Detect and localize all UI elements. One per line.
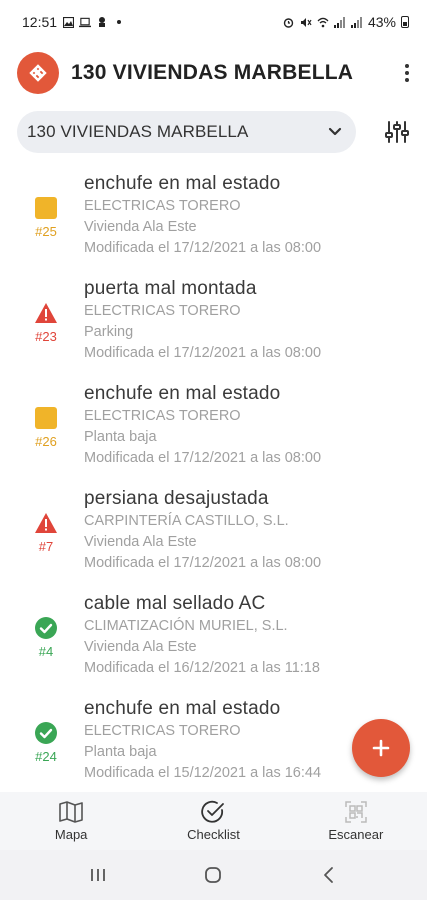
item-company: ELECTRICAS TORERO [84, 408, 241, 424]
item-modified: Modificada el 17/12/2021 a las 08:00 [84, 240, 322, 256]
add-issue-button[interactable] [352, 719, 410, 777]
list-item[interactable]: #4 cable mal sellado AC CLIMATIZACIÓN MU… [0, 586, 427, 691]
alarm-icon [283, 16, 295, 28]
issue-list: #25 enchufe en mal estado ELECTRICAS TOR… [0, 166, 427, 796]
item-number: #26 [35, 434, 57, 449]
list-item[interactable]: #7 persiana desajustada CARPINTERÍA CAST… [0, 481, 427, 586]
item-location: Vivienda Ala Este [84, 639, 197, 655]
warning-icon [34, 301, 58, 325]
item-modified: Modificada el 16/12/2021 a las 11:18 [84, 660, 320, 676]
battery-icon [401, 16, 409, 28]
item-status: #4 [28, 586, 64, 691]
list-item[interactable]: #23 puerta mal montada ELECTRICAS TORERO… [0, 271, 427, 376]
system-nav [0, 850, 427, 900]
signal-icon [350, 16, 363, 28]
nav-item-checklist[interactable]: Checklist [142, 792, 284, 850]
chevron-down-icon [328, 125, 342, 139]
mute-icon [300, 16, 312, 28]
item-title: persiana desajustada [84, 488, 269, 509]
item-number: #23 [35, 329, 57, 344]
item-company: CARPINTERÍA CASTILLO, S.L. [84, 513, 289, 529]
status-bar: 12:51 43% [0, 0, 427, 44]
item-body: puerta mal montada ELECTRICAS TORERO Par… [84, 271, 321, 376]
item-number: #24 [35, 749, 57, 764]
more-vert-icon[interactable] [399, 61, 415, 85]
warning-icon [34, 511, 58, 535]
nav-label-map: Mapa [54, 827, 88, 842]
item-body: enchufe en mal estado ELECTRICAS TORERO … [84, 691, 321, 796]
signal-icon [333, 16, 346, 28]
nav-label-checklist: Checklist [187, 827, 240, 842]
battery-percentage: 43% [367, 14, 396, 30]
item-location: Parking [84, 324, 134, 340]
item-title: enchufe en mal estado [84, 383, 281, 404]
project-selector-row: 130 VIVIENDAS MARBELLA [0, 110, 427, 154]
status-left: 12:51 [22, 14, 122, 30]
wifi-icon [317, 16, 329, 28]
more-notifications-dot [117, 20, 122, 24]
item-company: ELECTRICAS TORERO [84, 723, 241, 739]
item-number: #25 [35, 224, 57, 239]
laptop-icon [79, 16, 92, 28]
pending-square-icon [34, 196, 58, 220]
list-item[interactable]: #25 enchufe en mal estado ELECTRICAS TOR… [0, 166, 427, 271]
qr-scan-icon [345, 801, 367, 823]
item-location: Vivienda Ala Este [84, 219, 197, 235]
status-right: 43% [283, 14, 409, 30]
item-status: #7 [28, 481, 64, 586]
item-status: #25 [28, 166, 64, 271]
item-location: Vivienda Ala Este [84, 534, 197, 550]
item-title: cable mal sellado AC [84, 593, 266, 614]
list-item[interactable]: #26 enchufe en mal estado ELECTRICAS TOR… [0, 376, 427, 481]
plus-icon [372, 739, 390, 757]
item-modified: Modificada el 17/12/2021 a las 08:00 [84, 555, 322, 571]
item-modified: Modificada el 15/12/2021 a las 16:44 [84, 765, 322, 781]
back-icon[interactable] [314, 860, 344, 890]
pending-square-icon [34, 406, 58, 430]
item-status: #24 [28, 691, 64, 796]
item-number: #4 [38, 644, 54, 659]
map-icon [59, 801, 83, 823]
item-title: enchufe en mal estado [84, 173, 281, 194]
item-title: puerta mal montada [84, 278, 257, 299]
item-location: Planta baja [84, 429, 157, 445]
project-select-value: 130 VIVIENDAS MARBELLA [27, 122, 249, 141]
item-modified: Modificada el 17/12/2021 a las 08:00 [84, 345, 322, 361]
app-title: 130 VIVIENDAS MARBELLA [71, 61, 354, 84]
bottom-nav: Mapa Checklist Escanear [0, 792, 427, 850]
item-body: enchufe en mal estado ELECTRICAS TORERO … [84, 166, 321, 271]
item-company: ELECTRICAS TORERO [84, 198, 241, 214]
notification-icon [96, 16, 108, 28]
item-body: persiana desajustada CARPINTERÍA CASTILL… [84, 481, 321, 586]
item-company: ELECTRICAS TORERO [84, 303, 241, 319]
item-status: #26 [28, 376, 64, 481]
app-bar: 130 VIVIENDAS MARBELLA [0, 44, 427, 102]
home-icon[interactable] [198, 860, 228, 890]
recents-icon[interactable] [83, 860, 113, 890]
nav-item-scan[interactable]: Escanear [285, 792, 427, 850]
item-location: Planta baja [84, 744, 157, 760]
item-body: cable mal sellado AC CLIMATIZACIÓN MURIE… [84, 586, 320, 691]
nav-label-scan: Escanear [328, 827, 384, 842]
item-modified: Modificada el 17/12/2021 a las 08:00 [84, 450, 322, 466]
item-company: CLIMATIZACIÓN MURIEL, S.L. [84, 618, 288, 634]
check-circle-icon [34, 721, 58, 745]
item-number: #7 [38, 539, 54, 554]
brand-logo [17, 52, 59, 94]
gallery-icon [62, 16, 74, 28]
nav-item-map[interactable]: Mapa [0, 792, 142, 850]
tune-icon[interactable] [383, 118, 411, 146]
item-status: #23 [28, 271, 64, 376]
check-circle-icon [34, 616, 58, 640]
item-body: enchufe en mal estado ELECTRICAS TORERO … [84, 376, 321, 481]
check-circle-icon [201, 800, 225, 823]
item-title: enchufe en mal estado [84, 698, 281, 719]
status-time: 12:51 [22, 14, 58, 30]
project-select[interactable]: 130 VIVIENDAS MARBELLA [17, 111, 356, 153]
